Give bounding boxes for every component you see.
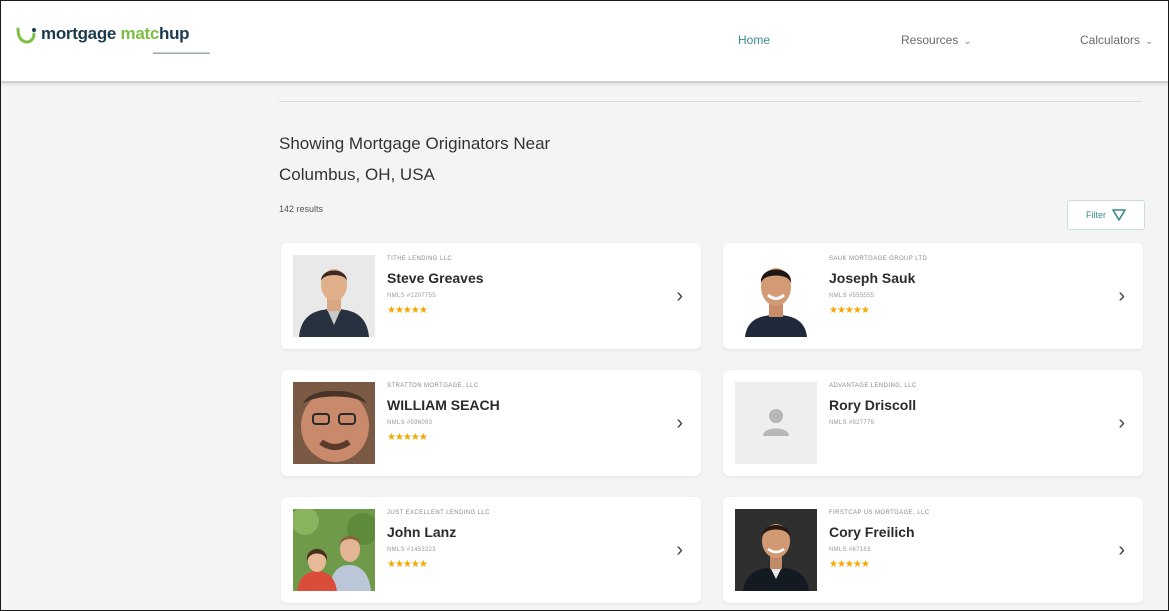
filter-button[interactable]: Filter [1067,200,1145,230]
mortgage-matchup-logo[interactable]: mortgage matchup ▬▬▬▬▬▬▬▬▬▬▬▬ [15,23,210,57]
originator-name: John Lanz [387,524,457,540]
nmls-number: NMLS #827775 [829,420,875,426]
company-name: JUST EXCELLENT LENDING LLC [387,510,490,516]
chevron-right-icon[interactable]: › [676,412,683,435]
originator-card[interactable]: TITHE LENDING LLC Steve Greaves NMLS #12… [281,243,701,349]
nav-calculators[interactable]: Calculators ⌄ [1080,33,1153,47]
originator-card[interactable]: JUST EXCELLENT LENDING LLC John Lanz NML… [281,497,701,603]
content-divider [279,101,1142,102]
nmls-number: NMLS #555555 [829,293,875,299]
avatar [293,382,375,464]
company-name: ADVANTAGE LENDING, LLC [829,383,917,389]
originator-name: Rory Driscoll [829,397,917,413]
originator-name: Cory Freilich [829,524,915,540]
avatar-placeholder [735,382,817,464]
logo-word-matc: matc [120,24,160,43]
originator-name: WILLIAM SEACH [387,397,500,413]
chevron-right-icon[interactable]: › [676,285,683,308]
logo-text: mortgage matchup ▬▬▬▬▬▬▬▬▬▬▬▬ [41,23,210,56]
star-rating: ★★★★★ [387,432,428,443]
nmls-number: NMLS #1453323 [387,547,436,553]
filter-icon [1112,209,1126,221]
page-title-line2: Columbus, OH, USA [279,165,435,184]
nav-resources[interactable]: Resources ⌄ [901,33,972,47]
avatar [293,255,375,337]
logo-word-mortgage: mortgage [41,24,117,43]
originator-name: Steve Greaves [387,270,484,286]
company-name: STRATTON MORTGAGE, LLC [387,383,479,389]
chevron-down-icon: ⌄ [963,36,972,47]
company-name: FIRSTCAP US MORTGAGE, LLC [829,510,930,516]
avatar [293,509,375,591]
company-name: SAUK MORTGAGE GROUP LTD [829,256,928,262]
originator-card[interactable]: ADVANTAGE LENDING, LLC Rory Driscoll NML… [723,370,1143,476]
star-rating: ★★★★★ [829,305,870,316]
nmls-number: NMLS #67163 [829,547,871,553]
company-name: TITHE LENDING LLC [387,256,453,262]
nmls-number: NMLS #1207755 [387,293,436,299]
chevron-right-icon[interactable]: › [676,539,683,562]
logo-icon [16,27,36,44]
app-window: mortgage matchup ▬▬▬▬▬▬▬▬▬▬▬▬ Home Resou… [0,0,1169,611]
chevron-right-icon[interactable]: › [1118,412,1125,435]
nav-resources-label: Resources [901,33,959,47]
star-rating: ★★★★★ [829,559,870,570]
chevron-down-icon: ⌄ [1145,36,1154,47]
originator-card[interactable]: SAUK MORTGAGE GROUP LTD Joseph Sauk NMLS… [723,243,1143,349]
nav-home-label: Home [738,33,771,47]
nmls-number: NMLS #596093 [387,420,433,426]
logo-tagline: ▬▬▬▬▬▬▬▬▬▬▬▬ [153,50,210,56]
results-count: 142 results [279,204,324,214]
avatar [735,509,817,591]
originator-name: Joseph Sauk [829,270,916,286]
logo-word-hup: hup [159,24,190,43]
star-rating: ★★★★★ [387,559,428,570]
filter-label: Filter [1086,210,1106,220]
nav-calculators-label: Calculators [1080,33,1141,47]
top-header: mortgage matchup ▬▬▬▬▬▬▬▬▬▬▬▬ Home Resou… [1,1,1168,83]
originator-card[interactable]: FIRSTCAP US MORTGAGE, LLC Cory Freilich … [723,497,1143,603]
star-rating: ★★★★★ [387,305,428,316]
originator-card[interactable]: STRATTON MORTGAGE, LLC WILLIAM SEACH NML… [281,370,701,476]
avatar [735,255,817,337]
nav-home[interactable]: Home [738,33,770,47]
page-title-line1: Showing Mortgage Originators Near [279,134,551,153]
chevron-right-icon[interactable]: › [1118,285,1125,308]
chevron-right-icon[interactable]: › [1118,539,1125,562]
